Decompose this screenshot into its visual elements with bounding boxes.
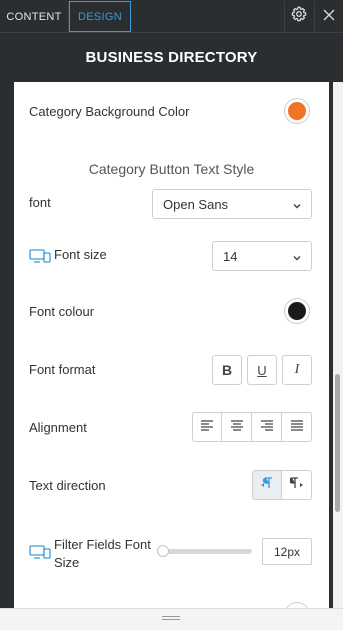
color-swatch-fill bbox=[288, 102, 306, 120]
text-direction-rtl-button[interactable] bbox=[282, 470, 312, 500]
align-center-icon bbox=[230, 418, 244, 436]
bold-icon: B bbox=[221, 362, 233, 378]
filter-font-size-slider[interactable] bbox=[157, 549, 252, 554]
font-label: font bbox=[29, 195, 51, 210]
align-center-button[interactable] bbox=[222, 412, 252, 442]
chevron-down-icon bbox=[292, 251, 302, 266]
alignment-group bbox=[192, 412, 312, 442]
category-bg-color-label: Category Background Color bbox=[29, 104, 190, 119]
align-right-icon bbox=[260, 418, 274, 436]
slider-handle[interactable] bbox=[157, 545, 169, 557]
rtl-icon bbox=[288, 476, 304, 494]
tab-bar: CONTENT DESIGN bbox=[0, 0, 343, 33]
italic-icon: I bbox=[294, 362, 300, 377]
align-left-icon bbox=[200, 418, 214, 436]
underline-button[interactable]: U bbox=[247, 355, 277, 385]
category-bg-color-swatch[interactable] bbox=[284, 98, 310, 124]
font-size-select-value: 14 bbox=[223, 248, 238, 264]
close-icon bbox=[323, 8, 335, 26]
alignment-label: Alignment bbox=[29, 420, 87, 435]
color-swatch-fill bbox=[288, 302, 306, 320]
italic-button[interactable]: I bbox=[282, 355, 312, 385]
desktop-mobile-icon[interactable] bbox=[29, 545, 51, 564]
desktop-mobile-icon[interactable] bbox=[29, 249, 51, 268]
scrollbar[interactable] bbox=[333, 82, 343, 608]
ltr-icon bbox=[260, 476, 274, 494]
text-direction-label: Text direction bbox=[29, 478, 106, 493]
align-justify-button[interactable] bbox=[282, 412, 312, 442]
font-select[interactable]: Open Sans bbox=[152, 189, 312, 219]
grip-line bbox=[162, 619, 180, 620]
tab-design[interactable]: DESIGN bbox=[69, 1, 131, 32]
font-colour-label: Font colour bbox=[29, 304, 95, 319]
align-left-button[interactable] bbox=[192, 412, 222, 442]
grip-line bbox=[162, 616, 180, 617]
resize-footer[interactable] bbox=[0, 608, 343, 630]
chevron-down-icon bbox=[292, 199, 302, 214]
filter-font-size-input[interactable]: 12px bbox=[262, 538, 312, 565]
scrollbar-thumb[interactable] bbox=[335, 374, 340, 512]
font-format-label: Font format bbox=[29, 362, 96, 377]
text-direction-group bbox=[252, 470, 312, 500]
font-colour-swatch[interactable] bbox=[284, 298, 310, 324]
gear-icon bbox=[291, 6, 307, 27]
page-title: BUSINESS DIRECTORY bbox=[0, 33, 343, 82]
font-select-value: Open Sans bbox=[163, 196, 229, 212]
settings-panel: Category Background Color Category Butto… bbox=[14, 82, 329, 608]
text-direction-ltr-button[interactable] bbox=[252, 470, 282, 500]
section-title: Category Button Text Style bbox=[88, 161, 255, 177]
settings-button[interactable] bbox=[284, 1, 312, 32]
font-size-select[interactable]: 14 bbox=[212, 241, 312, 271]
filter-fields-font-size-label: Filter Fields Font Size bbox=[54, 537, 151, 570]
bold-button[interactable]: B bbox=[212, 355, 242, 385]
font-size-label: Font size bbox=[54, 247, 107, 262]
underline-icon: U bbox=[257, 362, 267, 378]
align-right-button[interactable] bbox=[252, 412, 282, 442]
close-button[interactable] bbox=[314, 1, 343, 32]
tab-content[interactable]: CONTENT bbox=[0, 1, 69, 32]
font-format-group: B U I bbox=[212, 355, 312, 385]
align-justify-icon bbox=[290, 418, 304, 436]
